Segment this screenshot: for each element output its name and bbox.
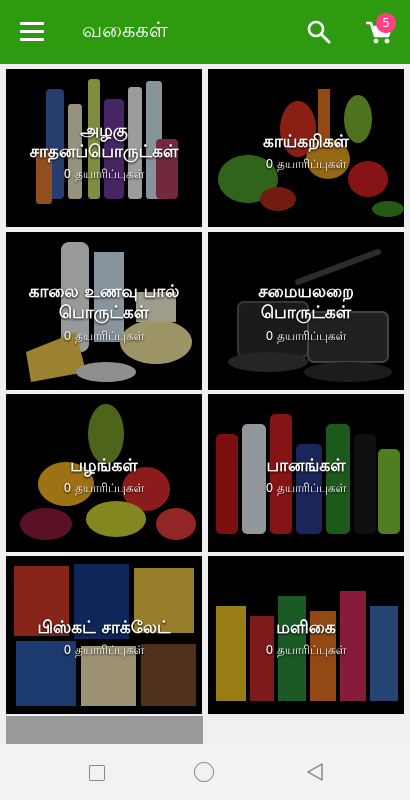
recent-apps-icon[interactable]: [89, 765, 105, 781]
category-product-count: 0 தயாரிப்புகள்: [265, 643, 347, 657]
category-tile-breakfast-dairy[interactable]: காலை உணவு பால் பொருட்கள் 0 தயாரிப்புகள்: [6, 232, 202, 390]
category-product-count: 0 தயாரிப்புகள்: [265, 329, 347, 343]
category-label: சமையலறை பொருட்கள்: [258, 282, 354, 323]
category-tile-beauty[interactable]: அழகு சாதனப்பொருட்கள் 0 தயாரிப்புகள்: [6, 69, 202, 227]
category-label: காலை உணவு பால் பொருட்கள்: [28, 282, 180, 323]
cart-count-badge: 5: [376, 13, 396, 33]
category-label: பிஸ்கட் சாக்லேட்: [37, 618, 171, 638]
category-tile-biscuits-chocolates[interactable]: பிஸ்கட் சாக்லேட் 0 தயாரிப்புகள்: [6, 556, 202, 714]
page-title: வகைகள்: [82, 18, 168, 42]
category-product-count: 0 தயாரிப்புகள்: [63, 643, 145, 657]
category-label: காய்கறிகள்: [262, 132, 350, 152]
category-product-count: 0 தயாரிப்புகள்: [265, 481, 347, 495]
category-product-count: 0 தயாரிப்புகள்: [265, 157, 347, 171]
category-tile-fruits[interactable]: பழங்கள் 0 தயாரிப்புகள்: [6, 394, 202, 552]
category-label: பழங்கள்: [70, 456, 138, 476]
category-product-count: 0 தயாரிப்புகள்: [63, 329, 145, 343]
app-bar: வகைகள் 5: [0, 0, 410, 64]
category-label: பானங்கள்: [266, 456, 346, 476]
category-label: அழகு சாதனப்பொருட்கள்: [29, 121, 179, 162]
category-tile-partial[interactable]: [6, 716, 203, 744]
search-icon[interactable]: [306, 19, 332, 45]
home-icon[interactable]: [194, 762, 214, 782]
category-tile-kitchenware[interactable]: சமையலறை பொருட்கள் 0 தயாரிப்புகள்: [208, 232, 404, 390]
category-label: மளிகை: [276, 618, 336, 638]
back-icon[interactable]: [306, 762, 324, 782]
menu-icon[interactable]: [20, 22, 44, 42]
category-tile-grocery[interactable]: மளிகை 0 தயாரிப்புகள்: [208, 556, 404, 714]
category-product-count: 0 தயாரிப்புகள்: [63, 167, 145, 181]
category-product-count: 0 தயாரிப்புகள்: [63, 481, 145, 495]
category-tile-vegetables[interactable]: காய்கறிகள் 0 தயாரிப்புகள்: [208, 69, 404, 227]
category-tile-beverages[interactable]: பானங்கள் 0 தயாரிப்புகள்: [208, 394, 404, 552]
